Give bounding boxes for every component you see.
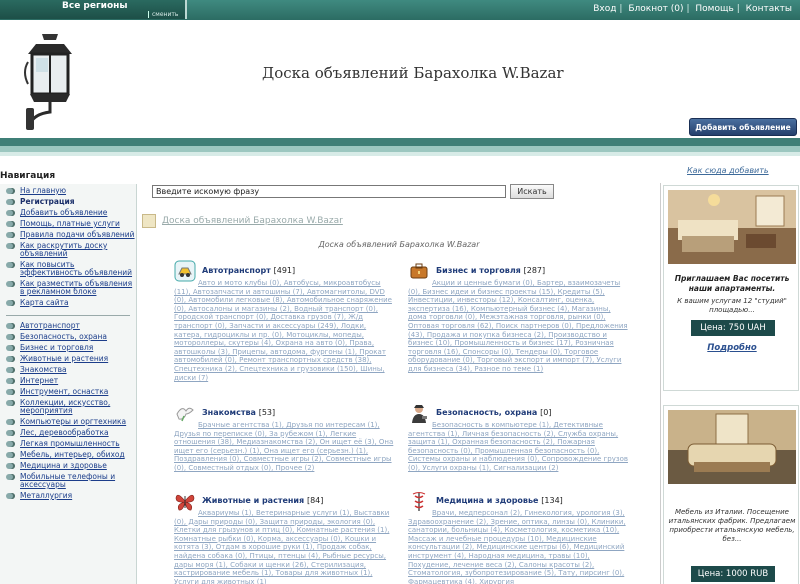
top-links: Вход | Блокнот (0) | Помощь | Контакты	[593, 4, 792, 14]
nav-category[interactable]: Медицина и здоровье	[6, 462, 136, 470]
site-header: Доска объявлений Барахолка W.Bazar	[0, 20, 800, 138]
breadcrumb[interactable]: Доска объявлений Барахолка W.Bazar	[142, 214, 343, 228]
nav-link-add[interactable]: Добавить объявление	[6, 209, 136, 217]
category-title[interactable]: Бизнес и торговля [287]	[436, 266, 545, 275]
bullet-icon	[6, 281, 15, 287]
nav-link-rules[interactable]: Правила подачи объявлений	[6, 231, 136, 239]
apartment-photo	[668, 190, 796, 264]
nav-link-ad-block[interactable]: Как разместить объявления в рекламном бл…	[6, 280, 136, 296]
nav-category[interactable]: Бизнес и торговля	[6, 344, 136, 352]
page-icon	[142, 214, 156, 228]
nav-link-help[interactable]: Помощь, платные услуги	[6, 220, 136, 228]
subcategory-list[interactable]: Врачи, медперсонал (2), Гинекология, уро…	[408, 509, 630, 584]
login-link[interactable]: Вход	[593, 4, 616, 14]
bullet-icon	[6, 378, 15, 384]
sidebar-nav: На главную Регистрация Добавить объявлен…	[0, 184, 137, 584]
bullet-icon	[6, 221, 15, 227]
subcategory-list[interactable]: Брачные агентства (1), Друзья по интерес…	[174, 421, 396, 473]
category-title[interactable]: Автотранспорт [491]	[202, 266, 295, 275]
bullet-icon	[6, 188, 15, 194]
ad-headline: Приглашаем Вас посетить наши апартаменты…	[674, 274, 790, 293]
nav-category[interactable]: Коллекции, искусство, мероприятия	[6, 399, 136, 415]
bullet-icon	[6, 463, 15, 469]
subcategory-list[interactable]: Авто и мото клубы (0), Автобусы, микроав…	[174, 279, 396, 382]
ad-card[interactable]: Мебель из Италии. Посещение итальянских …	[663, 405, 799, 584]
bullet-icon	[6, 389, 15, 395]
search-input[interactable]: Введите искомую фразу	[152, 185, 506, 198]
bullet-icon	[6, 243, 15, 249]
bullet-icon	[6, 452, 15, 458]
nav-category[interactable]: Знакомства	[6, 366, 136, 374]
nav-category[interactable]: Инструмент, оснастка	[6, 388, 136, 396]
bullet-icon	[6, 430, 15, 436]
nav-link-register[interactable]: Регистрация	[6, 198, 136, 206]
category-title[interactable]: Медицина и здоровье [134]	[436, 496, 563, 505]
nav-link-promote[interactable]: Как раскрутить доску объявлений	[6, 242, 136, 258]
bullet-icon	[6, 356, 15, 362]
ad-price: Цена: 1000 RUB	[691, 566, 775, 582]
add-listing-button[interactable]: Добавить объявление	[689, 118, 797, 136]
bullet-icon	[6, 262, 15, 268]
bullet-icon	[6, 345, 15, 351]
region-selector[interactable]: Все регионы сменить	[0, 0, 187, 19]
page-subtitle: Доска объявлений Барахолка W.Bazar	[318, 240, 480, 249]
nav-link-efficiency[interactable]: Как повысить эффективность объявлений	[6, 261, 136, 277]
category-title[interactable]: Животные и растения [84]	[202, 496, 323, 505]
subcategory-list[interactable]: Акции и ценные бумаги (0), Бартер, взаим…	[408, 279, 630, 374]
top-bar: Все регионы сменить Вход | Блокнот (0) | П…	[0, 0, 800, 20]
ads-column: Приглашаем Вас посетить наши апартаменты…	[660, 183, 800, 584]
bullet-icon	[6, 232, 15, 238]
nav-category[interactable]: Автотранспорт	[6, 322, 136, 330]
site-title: Доска объявлений Барахолка W.Bazar	[262, 64, 564, 82]
nav-heading: Навигация	[0, 171, 56, 181]
nav-category[interactable]: Лес, деревообработка	[6, 429, 136, 437]
bullet-icon	[6, 493, 15, 499]
ad-price: Цена: 750 UAH	[691, 320, 775, 336]
nav-category[interactable]: Легкая промышленность	[6, 440, 136, 448]
help-link[interactable]: Помощь	[695, 4, 733, 14]
bullet-icon	[6, 419, 15, 425]
nav-category[interactable]: Мебель, интерьер, обиход	[6, 451, 136, 459]
region-name[interactable]: Все регионы	[62, 1, 128, 11]
ad-more-link[interactable]: Подробно	[664, 343, 800, 353]
bullet-icon	[6, 210, 15, 216]
contacts-link[interactable]: Контакты	[746, 4, 792, 14]
bullet-icon	[6, 323, 15, 329]
how-to-add-link[interactable]: Как сюда добавить	[687, 166, 769, 175]
category-title[interactable]: Знакомства [53]	[202, 408, 275, 417]
nav-category[interactable]: Металлургия	[6, 492, 136, 500]
bullet-icon	[6, 400, 15, 406]
bullet-icon	[6, 334, 15, 340]
nav-link-sitemap[interactable]: Карта сайта	[6, 299, 136, 307]
bullet-icon	[6, 199, 15, 205]
subcategory-list[interactable]: Аквариумы (1), Ветеринарные услуги (1), …	[174, 509, 396, 584]
nav-link-home[interactable]: На главную	[6, 187, 136, 195]
nav-category[interactable]: Животные и растения	[6, 355, 136, 363]
furniture-photo	[668, 410, 796, 484]
header-band	[0, 138, 800, 146]
bullet-icon	[6, 300, 15, 306]
ad-description: Мебель из Италии. Посещение итальянских …	[668, 508, 796, 543]
breadcrumb-link[interactable]: Доска объявлений Барахолка W.Bazar	[162, 216, 343, 226]
lantern-logo	[24, 34, 72, 130]
nav-category[interactable]: Интернет	[6, 377, 136, 385]
notebook-link[interactable]: Блокнот (0)	[628, 4, 683, 14]
ad-description: К вашим услугам 12 "студий" площадью...	[677, 297, 787, 314]
region-change-link[interactable]: сменить	[148, 11, 178, 18]
subcategory-list[interactable]: Безопасность в компьютере (1), Детективн…	[408, 421, 630, 473]
nav-category[interactable]: Мобильные телефоны и аксессуары	[6, 473, 136, 489]
bullet-icon	[6, 441, 15, 447]
nav-divider	[6, 315, 130, 316]
bullet-icon	[6, 367, 15, 373]
main-content: Доска объявлений Барахолка W.Bazar Доска…	[140, 208, 658, 584]
header-band-pale	[0, 152, 800, 156]
category-title[interactable]: Безопасность, охрана [0]	[436, 408, 551, 417]
nav-category[interactable]: Компьютеры и оргтехника	[6, 418, 136, 426]
nav-category[interactable]: Безопасность, охрана	[6, 333, 136, 341]
search-button[interactable]: Искать	[510, 184, 554, 199]
bullet-icon	[6, 474, 15, 480]
ad-card[interactable]: Приглашаем Вас посетить наши апартаменты…	[663, 185, 799, 391]
